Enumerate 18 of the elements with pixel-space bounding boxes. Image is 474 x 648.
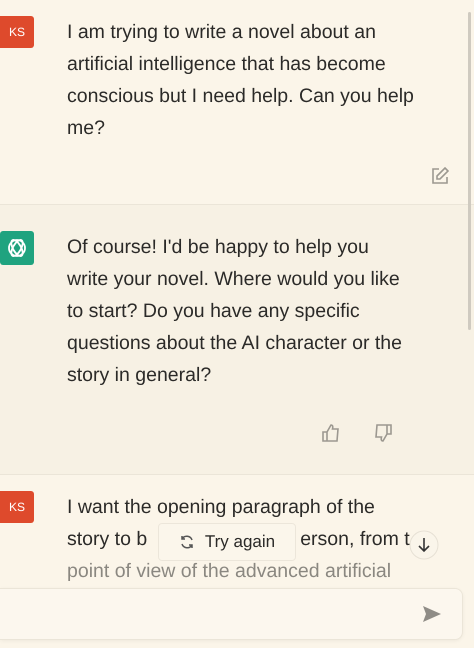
thumbs-down-icon[interactable] [373,423,393,443]
message-text: I am trying to write a novel about an artificial intelligence that has become conscious but I need help. Can you help me? [67,20,415,141]
scroll-down-button[interactable] [409,530,439,560]
message-text: story to b [67,527,148,552]
message-input-field[interactable] [0,588,463,640]
refresh-icon [178,534,195,550]
assistant-logo-icon [0,231,34,265]
scrollbar[interactable] [468,12,471,330]
message-text: point of view of the advanced artificial [67,559,392,584]
edit-icon[interactable] [430,166,450,186]
try-again-button[interactable]: Try again [158,523,296,561]
message-text: Of course! I'd be happy to help you write your novel. Where would you like to start? Do you have any specific questions about the AI character or the story in general? [67,235,403,388]
message-text: erson, from t [300,527,410,552]
message-text: I want the opening paragraph of the [67,495,376,520]
user-avatar: KS [0,16,34,48]
user-avatar: KS [0,491,34,523]
thumbs-up-icon[interactable] [321,423,341,443]
send-icon[interactable] [422,605,442,623]
